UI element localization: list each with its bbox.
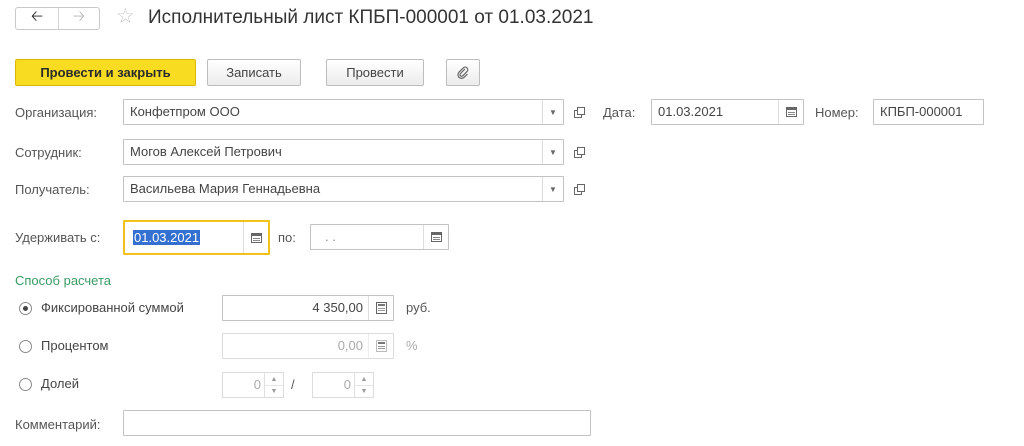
share-denominator-value: 0: [343, 377, 351, 392]
withhold-from-value: 01.03.2021: [133, 230, 201, 245]
number-value: КПБП-000001: [880, 104, 963, 119]
calendar-icon: [250, 232, 262, 243]
fixed-sum-label[interactable]: Фиксированной суммой: [41, 300, 184, 316]
post-and-close-button[interactable]: Провести и закрыть: [15, 59, 196, 86]
share-numerator-field: 0 ▲ ▼: [222, 372, 284, 398]
calculator-button[interactable]: [368, 296, 393, 320]
chevron-down-icon[interactable]: ▼: [542, 177, 563, 201]
calculator-icon: [375, 340, 387, 352]
calendar-button[interactable]: [778, 100, 803, 124]
open-form-icon: [573, 106, 585, 118]
fixed-sum-unit: руб.: [406, 300, 431, 315]
employee-field[interactable]: Могов Алексей Петрович ▼: [123, 139, 564, 165]
calendar-button[interactable]: [243, 222, 268, 253]
date-field[interactable]: 01.03.2021: [651, 99, 804, 125]
open-employee-button[interactable]: [569, 142, 589, 162]
share-denominator-field: 0 ▲ ▼: [312, 372, 374, 398]
employee-label: Сотрудник:: [15, 145, 82, 160]
calculator-icon: [375, 302, 387, 314]
organization-field[interactable]: Конфетпром ООО ▼: [123, 99, 564, 125]
open-form-icon: [573, 146, 585, 158]
open-recipient-button[interactable]: [569, 179, 589, 199]
chevron-down-icon[interactable]: ▼: [542, 140, 563, 164]
page-title: Исполнительный лист КПБП-000001 от 01.03…: [148, 7, 594, 28]
recipient-value: Васильева Мария Геннадьевна: [130, 181, 321, 196]
fixed-sum-value: 4 350,00: [312, 300, 363, 315]
navigation-group: 🡠 🡢: [15, 7, 100, 30]
share-separator: /: [291, 377, 295, 392]
withhold-to-label: по:: [278, 230, 296, 245]
open-form-icon: [573, 183, 585, 195]
calendar-button[interactable]: [423, 225, 448, 249]
back-button[interactable]: 🡠: [16, 8, 59, 29]
withhold-to-field[interactable]: . .: [310, 224, 449, 250]
attach-button[interactable]: [446, 59, 480, 86]
comment-label: Комментарий:: [15, 417, 101, 432]
percent-field: 0,00: [222, 333, 394, 359]
percent-radio[interactable]: [19, 340, 32, 353]
employee-value: Могов Алексей Петрович: [130, 144, 282, 159]
share-radio[interactable]: [19, 378, 32, 391]
percent-label[interactable]: Процентом: [41, 338, 109, 354]
number-label: Номер:: [815, 105, 859, 120]
share-label[interactable]: Долей: [41, 376, 79, 392]
number-field[interactable]: КПБП-000001: [873, 99, 984, 125]
chevron-down-icon[interactable]: ▼: [542, 100, 563, 124]
share-numerator-value: 0: [253, 377, 261, 392]
withhold-from-label: Удерживать с:: [15, 230, 101, 245]
percent-value: 0,00: [337, 338, 363, 353]
organization-value: Конфетпром ООО: [130, 104, 240, 119]
comment-field[interactable]: [123, 410, 591, 436]
calc-method-title: Способ расчета: [15, 273, 112, 288]
calendar-icon: [430, 232, 442, 242]
recipient-label: Получатель:: [15, 182, 90, 197]
percent-unit: %: [406, 338, 418, 353]
post-button[interactable]: Провести: [326, 59, 424, 86]
star-icon[interactable]: ☆: [116, 5, 135, 29]
arrow-left-icon: 🡠: [30, 8, 44, 25]
date-label: Дата:: [603, 105, 636, 120]
chevron-down-icon: ▼: [270, 387, 278, 395]
date-value: 01.03.2021: [658, 104, 724, 119]
open-organization-button[interactable]: [569, 102, 589, 122]
withhold-from-field[interactable]: 01.03.2021: [123, 220, 270, 255]
arrow-right-icon: 🡢: [72, 8, 86, 25]
recipient-field[interactable]: Васильева Мария Геннадьевна ▼: [123, 176, 564, 202]
fixed-sum-field[interactable]: 4 350,00: [222, 295, 394, 321]
organization-label: Организация:: [15, 105, 98, 120]
calculator-button: [368, 334, 393, 358]
withhold-to-value: . .: [325, 229, 336, 244]
fixed-sum-radio[interactable]: [19, 302, 32, 315]
calendar-icon: [785, 107, 797, 117]
paperclip-icon: [457, 66, 469, 79]
forward-button[interactable]: 🡢: [58, 8, 100, 29]
chevron-down-icon: ▼: [360, 387, 368, 395]
save-button[interactable]: Записать: [207, 59, 301, 86]
